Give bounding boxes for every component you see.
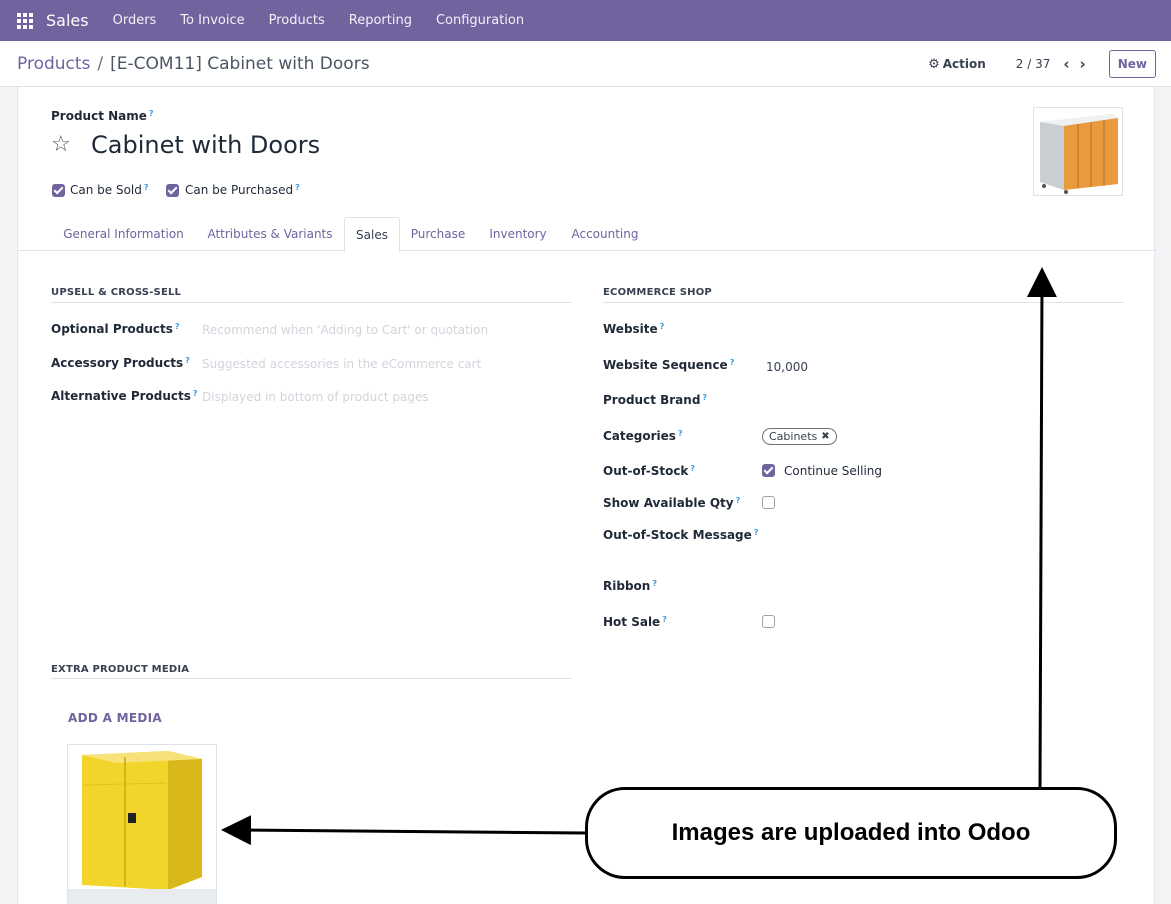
arrow-to-product-image <box>1026 267 1057 788</box>
arrow-to-media-thumbnail <box>221 815 586 846</box>
annotation-arrows <box>221 267 1057 846</box>
annotation-callout: Images are uploaded into Odoo <box>585 787 1117 879</box>
